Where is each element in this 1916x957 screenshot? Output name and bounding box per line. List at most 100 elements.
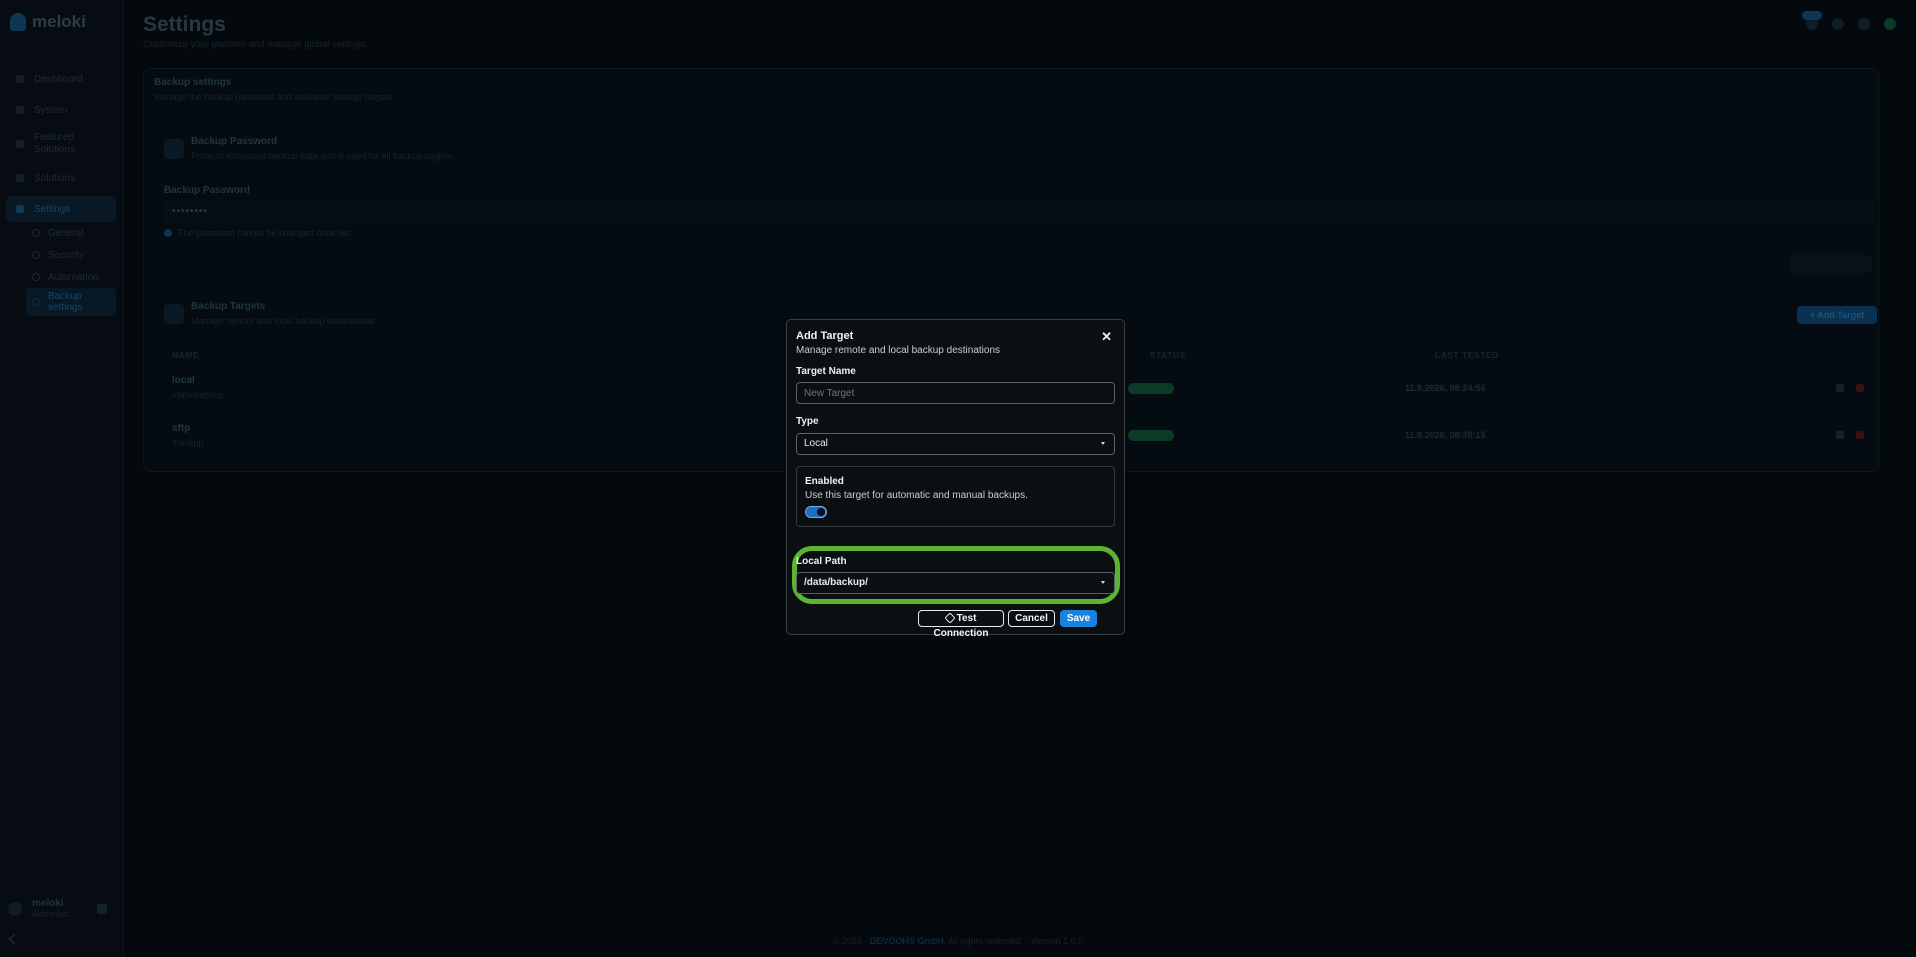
section-title: Backup settings <box>154 77 232 88</box>
card-subtitle: Protects encrypted backup data and is us… <box>191 151 455 161</box>
enabled-toggle[interactable] <box>805 506 827 518</box>
column-header-name: NAME <box>172 350 200 360</box>
test-connection-button[interactable]: Test Connection <box>918 610 1004 639</box>
logo: meloki <box>10 12 86 32</box>
gear-icon <box>16 106 24 114</box>
footer-prefix: © 2026 · <box>832 936 871 946</box>
enabled-title: Enabled <box>805 476 844 487</box>
dashboard-icon <box>16 75 24 83</box>
cancel-button[interactable]: Cancel <box>1008 610 1055 627</box>
shield-icon <box>32 251 40 259</box>
add-target-button[interactable]: + Add Target <box>1797 306 1877 324</box>
table-row-path: /backup <box>172 438 204 448</box>
save-password-button[interactable] <box>1790 255 1872 273</box>
table-row-name: sftp <box>172 423 191 434</box>
plug-icon <box>943 612 956 624</box>
subnav-item-automation[interactable]: Automation <box>32 266 124 288</box>
sidebar-item-label: Solutions <box>34 172 76 184</box>
footer-company-link[interactable]: DEVOOHS GmbH <box>870 936 944 946</box>
toggle-knob <box>817 508 825 516</box>
info-icon <box>164 229 172 237</box>
save-button[interactable]: Save <box>1060 610 1097 627</box>
app-root: meloki Dashboard System Featured Solutio… <box>0 0 1916 957</box>
card-title: Backup Targets <box>191 301 266 312</box>
moon-icon[interactable] <box>1858 18 1870 30</box>
local-path-select[interactable]: /data/backup/ <box>796 572 1115 594</box>
bell-icon[interactable] <box>1802 11 1822 30</box>
dialog-subtitle: Manage remote and local backup destinati… <box>796 345 1001 356</box>
type-select-value: Local <box>804 438 828 449</box>
grid-icon <box>16 174 24 182</box>
sidebar-item-featured-solutions[interactable]: Featured Solutions <box>0 128 124 160</box>
star-icon <box>16 140 24 148</box>
password-note: The password cannot be changed once set. <box>164 228 353 238</box>
status-dot-icon <box>1884 18 1896 30</box>
help-icon[interactable] <box>1832 18 1844 30</box>
card-title: Backup Password <box>191 136 278 147</box>
avatar <box>8 901 22 916</box>
funnel-icon <box>32 273 40 281</box>
status-badge <box>1128 430 1174 441</box>
target-name-input[interactable] <box>796 382 1115 404</box>
subnav-item-label: Automation <box>48 271 99 283</box>
gear-icon <box>32 229 40 237</box>
edit-icon[interactable] <box>1836 431 1844 439</box>
close-icon[interactable]: ✕ <box>1101 329 1112 345</box>
sidebar: meloki Dashboard System Featured Solutio… <box>0 0 124 957</box>
delete-icon[interactable] <box>1856 431 1864 439</box>
table-row-last-tested: 11.8.2026, 08:38:15 <box>1405 430 1486 440</box>
type-select[interactable]: Local <box>796 433 1115 455</box>
user-name: meloki <box>32 898 64 909</box>
add-target-dialog: Add Target Manage remote and local backu… <box>786 319 1125 639</box>
password-field[interactable]: •••••••• <box>164 200 1874 224</box>
logo-icon <box>10 13 26 31</box>
subnav-item-security[interactable]: Security <box>32 244 124 266</box>
backup-password-card: Backup Password Protects encrypted backu… <box>157 131 1879 171</box>
test-connection-label: Test Connection <box>933 613 989 639</box>
sidebar-item-label: Featured Solutions <box>34 132 76 155</box>
footer-suffix: . All rights reserved. · Version 1.0.0 <box>943 936 1084 946</box>
logout-icon[interactable] <box>96 903 107 914</box>
sidebar-item-settings[interactable]: Settings <box>6 196 116 222</box>
settings-subnav: General Security Automation Backup setti… <box>0 222 124 316</box>
sidebar-item-label: Dashboard <box>34 73 83 85</box>
notification-badge <box>1802 11 1822 20</box>
sidebar-nav: Dashboard System Featured Solutions Solu… <box>0 66 124 316</box>
key-icon <box>164 139 184 159</box>
sidebar-item-label: Settings <box>34 203 71 215</box>
table-row-path: /data/backup <box>172 390 224 400</box>
enabled-section: Enabled Use this target for automatic an… <box>796 466 1115 527</box>
password-label: Backup Password <box>164 185 251 196</box>
status-badge <box>1128 383 1174 394</box>
column-header-last-tested: LAST TESTED <box>1435 350 1499 360</box>
user-profile[interactable]: meloki Administr... <box>8 898 107 919</box>
table-row-last-tested: 11.8.2026, 08:24:56 <box>1405 383 1486 393</box>
brand-name: meloki <box>32 12 86 31</box>
sidebar-item-solutions[interactable]: Solutions <box>0 165 124 191</box>
card-subtitle: Manage remote and local backup destinati… <box>191 316 375 326</box>
dialog-title: Add Target <box>796 330 854 342</box>
subnav-item-label: General <box>48 227 84 239</box>
footer: © 2026 · DEVOOHS GmbH. All rights reserv… <box>0 936 1916 946</box>
database-icon <box>32 298 40 306</box>
table-row-name: local <box>172 375 195 386</box>
local-path-label: Local Path <box>796 556 847 567</box>
local-path-value: /data/backup/ <box>804 577 868 588</box>
edit-icon[interactable] <box>1836 384 1844 392</box>
subnav-item-backup-settings[interactable]: Backup settings <box>26 288 116 316</box>
delete-icon[interactable] <box>1856 384 1864 392</box>
subnav-item-general[interactable]: General <box>32 222 124 244</box>
column-header-status: STATUS <box>1150 350 1186 360</box>
subnav-item-label: Backup settings <box>48 291 83 313</box>
target-name-label: Target Name <box>796 366 856 377</box>
settings-icon <box>16 205 24 213</box>
sidebar-item-dashboard[interactable]: Dashboard <box>0 66 124 92</box>
type-label: Type <box>796 416 819 427</box>
sidebar-item-system[interactable]: System <box>0 97 124 123</box>
subnav-item-label: Security <box>48 249 85 261</box>
chevron-down-icon <box>1101 581 1105 584</box>
header-actions <box>1802 11 1896 30</box>
enabled-description: Use this target for automatic and manual… <box>805 490 1028 501</box>
sidebar-item-label: System <box>34 104 68 116</box>
section-subtitle: Manage the backup password and available… <box>154 92 395 102</box>
